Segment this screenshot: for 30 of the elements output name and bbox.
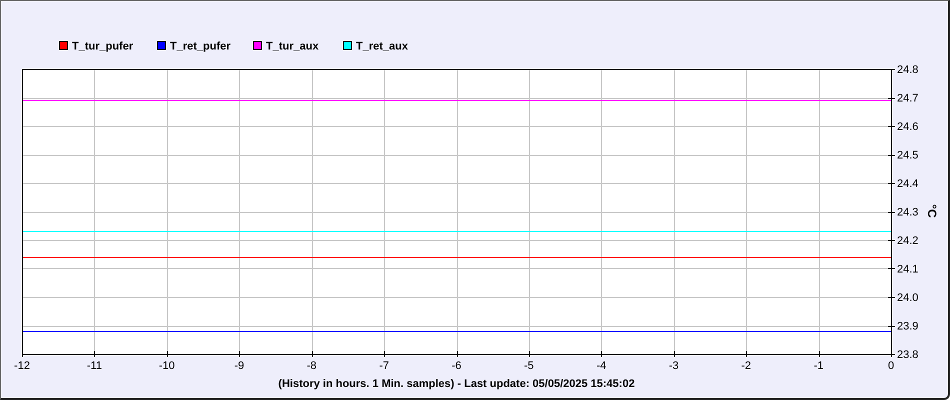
axis-tick-label: -4 xyxy=(596,360,606,372)
axis-title: °C xyxy=(925,204,939,218)
axis-tick-label: -1 xyxy=(814,360,824,372)
axis-tick-label: 23.8 xyxy=(897,349,918,361)
axis-tick-label: -2 xyxy=(741,360,752,372)
axis-tick-label: 24.3 xyxy=(897,206,918,218)
axis-tick-label: -9 xyxy=(234,360,244,372)
axis-tick-label: -3 xyxy=(668,360,679,372)
axis-tick-label: 23.9 xyxy=(897,320,918,332)
axis-tick-label: -11 xyxy=(86,360,102,372)
axis-tick-label: 24.1 xyxy=(897,264,918,276)
axis-tick-label: 24.0 xyxy=(897,292,918,304)
axis-tick-label: 24.8 xyxy=(897,64,918,76)
axis-tick-label: 24.7 xyxy=(897,92,918,104)
legend-label: T_ret_aux xyxy=(356,40,408,52)
axis-tick-label: 24.4 xyxy=(897,178,918,190)
axis-tick-label: -8 xyxy=(306,360,317,372)
axis-tick-label: 24.2 xyxy=(897,235,918,247)
axis-tick-label: -10 xyxy=(158,360,175,372)
axis-tick-label: -7 xyxy=(379,360,389,372)
legend-label: T_ret_pufer xyxy=(170,40,231,52)
legend-label: T_tur_aux xyxy=(266,40,319,52)
axis-tick-label: -6 xyxy=(452,360,462,372)
axis-tick-label: 24.5 xyxy=(897,150,918,162)
axis-tick-label: -5 xyxy=(524,360,534,372)
axis-tick-label: -12 xyxy=(14,360,30,372)
axis-tick-label: 0 xyxy=(888,360,894,372)
axis-title: (History in hours. 1 Min. samples) - Last update: 05/05/2025 15:45:02 xyxy=(278,378,635,390)
axis-tick-label: 24.6 xyxy=(897,121,918,133)
legend-label: T_tur_pufer xyxy=(72,40,134,52)
